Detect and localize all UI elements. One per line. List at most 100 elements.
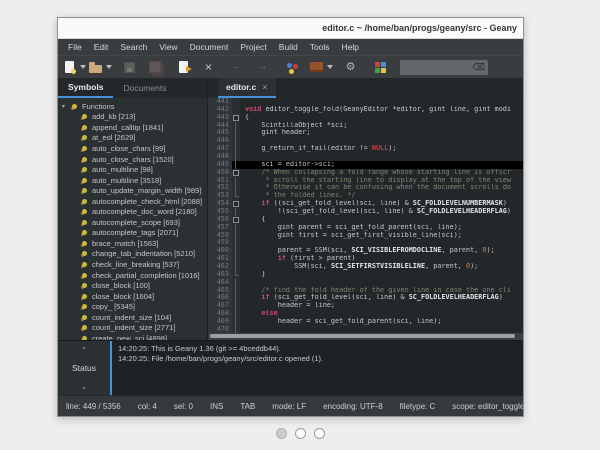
close-button[interactable]: × (200, 58, 217, 76)
code-line[interactable]: 459 (208, 239, 523, 247)
save-button[interactable] (121, 58, 138, 76)
menu-item-build[interactable]: Build (273, 42, 304, 52)
code-line[interactable]: 447 g_return_if_fail(editor != NULL); (208, 145, 523, 153)
sidebar-tab-symbols[interactable]: Symbols (58, 78, 113, 98)
symbol-item[interactable]: count_indent_size [104] (58, 312, 207, 323)
code-line[interactable]: 458 gint first = sci_get_first_visible_l… (208, 232, 523, 240)
code-line[interactable]: 463 } (208, 271, 523, 279)
build-dropdown[interactable] (325, 58, 334, 76)
tab-status[interactable]: Status (72, 363, 96, 373)
scroll-up-icon[interactable]: ▴ (82, 344, 85, 351)
symbol-item[interactable]: auto_update_margin_width [989] (58, 185, 207, 196)
execute-button[interactable]: ⚙ (342, 58, 359, 76)
symbol-item[interactable]: autocomplete_scope [693] (58, 217, 207, 228)
menu-item-view[interactable]: View (153, 42, 183, 52)
symbol-item[interactable]: auto_multiline [98] (58, 164, 207, 175)
symbol-item[interactable]: autocomplete_tags [2071] (58, 228, 207, 239)
search-input[interactable]: ⌫ (400, 60, 488, 75)
menu-item-help[interactable]: Help (336, 42, 365, 52)
code-line[interactable]: 460 parent = SSM(sci, SCI_VISIBLEFROMDOC… (208, 247, 523, 255)
code-editor[interactable]: 441442void editor_toggle_fold(GeanyEdito… (208, 98, 523, 333)
code-line[interactable]: 448 (208, 153, 523, 161)
fold-toggle-icon[interactable] (232, 114, 240, 122)
code-line[interactable]: 453 * the folded lines. */ (208, 192, 523, 200)
code-line[interactable]: 470 (208, 326, 523, 333)
tab-editor-c[interactable]: editor.c × (218, 78, 276, 98)
code-line[interactable]: 449 sci = editor->sci; (208, 161, 523, 169)
compile-button[interactable] (283, 58, 300, 76)
symbol-item[interactable]: change_tab_indentation [5210] (58, 249, 207, 260)
carousel-dot-3[interactable] (314, 428, 325, 439)
carousel-dot-2[interactable] (295, 428, 306, 439)
menu-item-project[interactable]: Project (234, 42, 272, 52)
symbol-item[interactable]: at_eol [2629] (58, 133, 207, 144)
symbol-item[interactable]: close_block [1604] (58, 291, 207, 302)
code-line[interactable]: 441 (208, 98, 523, 106)
navigate-forward-button[interactable]: → (254, 58, 271, 76)
symbol-item[interactable]: append_calltip [1841] (58, 122, 207, 133)
code-token: SCI_VISIBLEFROMDOCLINE (351, 247, 441, 254)
symbol-item[interactable]: auto_close_chars [99] (58, 143, 207, 154)
navigate-back-button[interactable]: ← (229, 58, 246, 76)
code-line[interactable]: 457 gint parent = sci_get_fold_parent(sc… (208, 224, 523, 232)
code-line[interactable]: 443{ (208, 114, 523, 122)
menu-item-search[interactable]: Search (114, 42, 153, 52)
scroll-down-icon[interactable]: ▾ (82, 385, 85, 392)
code-line[interactable]: 451 * scroll the starting line to displa… (208, 177, 523, 185)
code-line[interactable]: 455 !(sci_get_fold_level(sci, line) & SC… (208, 208, 523, 216)
code-line[interactable]: 446 (208, 137, 523, 145)
menu-item-tools[interactable]: Tools (304, 42, 336, 52)
open-file-button[interactable] (87, 58, 104, 76)
code-line[interactable]: 461 if (first > parent) (208, 255, 523, 263)
symbol-item[interactable]: add_kb [213] (58, 112, 207, 123)
open-file-dropdown[interactable] (104, 58, 113, 76)
symbol-item[interactable]: auto_multiline [3518] (58, 175, 207, 186)
fold-toggle-icon[interactable] (232, 169, 240, 177)
symbol-item[interactable]: autocomplete_check_html [2088] (58, 196, 207, 207)
menu-item-edit[interactable]: Edit (88, 42, 115, 52)
code-line[interactable]: 468 else (208, 310, 523, 318)
clear-search-icon[interactable]: ⌫ (472, 63, 485, 72)
symbols-tree[interactable]: ▾Functionsadd_kb [213]append_calltip [18… (58, 98, 207, 340)
symbol-item[interactable]: create_new_sci [4898] (58, 333, 207, 340)
code-line[interactable]: 465 /* find the fold header of the given… (208, 287, 523, 295)
code-line[interactable]: 469 header = sci_get_fold_parent(sci, li… (208, 318, 523, 326)
carousel-dot-1[interactable] (276, 428, 287, 439)
symbol-item[interactable]: count_indent_size [2771] (58, 322, 207, 333)
symbol-item[interactable]: check_partial_completion [1016] (58, 270, 207, 281)
new-file-button[interactable] (61, 58, 78, 76)
symbol-item[interactable]: auto_close_chars [1520] (58, 154, 207, 165)
save-all-button[interactable] (146, 58, 163, 76)
revert-button[interactable] (175, 58, 192, 76)
fold-toggle-icon[interactable] (232, 200, 240, 208)
new-file-dropdown[interactable] (78, 58, 87, 76)
symbol-item[interactable]: brace_match [1563] (58, 238, 207, 249)
horizontal-scrollbar[interactable] (208, 333, 523, 340)
symbol-item[interactable]: autocomplete_doc_word [2180] (58, 206, 207, 217)
symbol-item[interactable]: check_line_breaking [537] (58, 259, 207, 270)
code-line[interactable]: 466 if (sci_get_fold_level(sci, line) & … (208, 294, 523, 302)
tree-root-functions[interactable]: ▾Functions (58, 101, 207, 112)
build-button[interactable] (308, 58, 325, 76)
code-line[interactable]: 442void editor_toggle_fold(GeanyEditor *… (208, 106, 523, 114)
code-line[interactable]: 444 ScintillaObject *sci; (208, 122, 523, 130)
code-line[interactable]: 467 header = line; (208, 302, 523, 310)
code-line[interactable]: 445 gint header; (208, 129, 523, 137)
code-line[interactable]: 454 if ((sci_get_fold_level(sci, line) &… (208, 200, 523, 208)
menu-item-file[interactable]: File (62, 42, 88, 52)
menu-item-document[interactable]: Document (184, 42, 235, 52)
code-line[interactable]: 450 /* When collapsing a fold range whos… (208, 169, 523, 177)
window-titlebar[interactable]: editor.c ~ /home/ban/progs/geany/src - G… (58, 18, 523, 39)
tab-close-icon[interactable]: × (262, 82, 267, 92)
code-line[interactable]: 456 { (208, 216, 523, 224)
color-chooser-button[interactable] (371, 58, 388, 76)
code-line[interactable]: 462 SSM(sci, SCI_SETFIRSTVISIBLELINE, pa… (208, 263, 523, 271)
expander-icon[interactable]: ▾ (62, 103, 70, 110)
symbol-item[interactable]: copy_ [5345] (58, 301, 207, 312)
code-line[interactable]: 464 (208, 279, 523, 287)
code-line[interactable]: 452 * Otherwise it can be confusing when… (208, 184, 523, 192)
scrollbar-thumb[interactable] (210, 334, 515, 338)
symbol-item[interactable]: close_block [100] (58, 280, 207, 291)
fold-toggle-icon[interactable] (232, 216, 240, 224)
sidebar-tab-documents[interactable]: Documents (113, 78, 176, 98)
